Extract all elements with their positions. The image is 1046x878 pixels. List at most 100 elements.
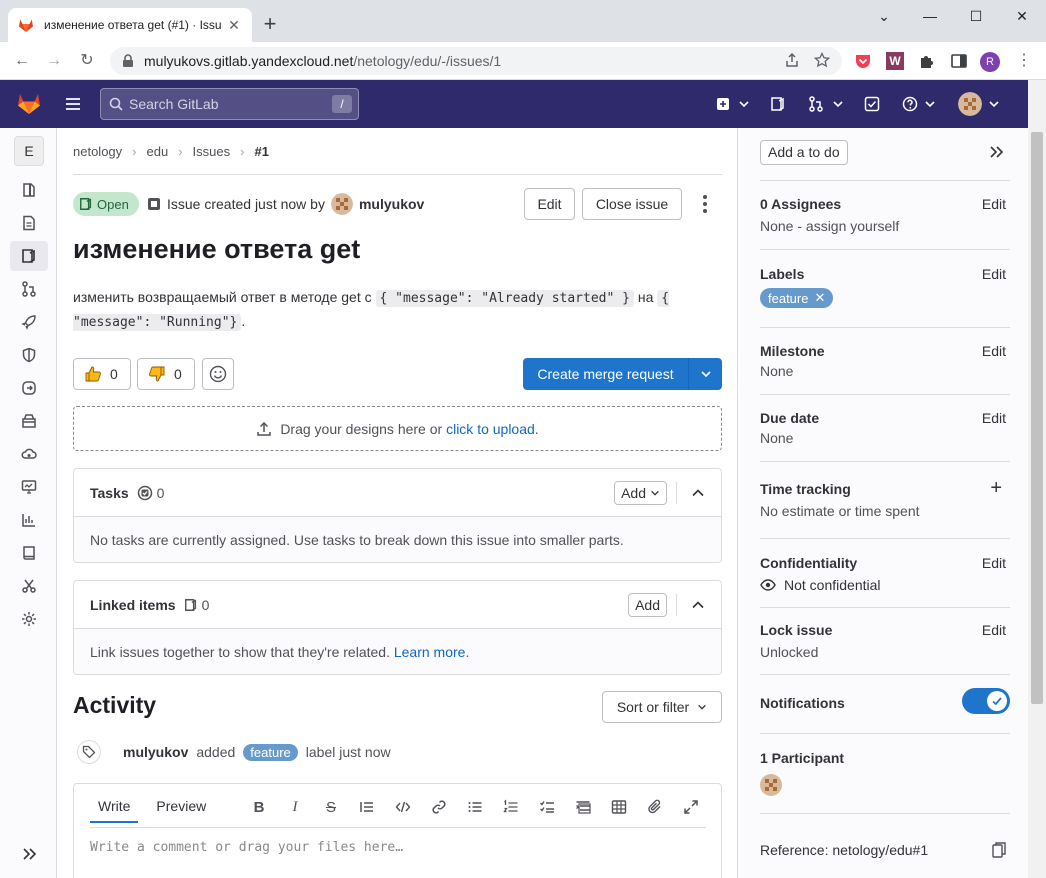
remove-label-icon[interactable]: ✕ (814, 290, 825, 306)
assignees-value[interactable]: None - assign yourself (760, 218, 1010, 234)
quote-icon[interactable] (358, 798, 376, 816)
extensions-puzzle-icon[interactable] (918, 52, 936, 70)
tab-preview[interactable]: Preview (156, 798, 206, 823)
sidebar-item-wiki[interactable] (18, 542, 40, 564)
sidebar-item-project-information[interactable] (18, 179, 40, 201)
sidebar-item-snippets[interactable] (18, 575, 40, 597)
merge-requests-header-button[interactable] (808, 94, 844, 114)
create-merge-request-button[interactable]: Create merge request (523, 358, 722, 390)
new-tab-icon[interactable]: + (260, 13, 280, 35)
bold-icon[interactable]: B (250, 798, 268, 816)
scrollbar-thumb[interactable] (1031, 132, 1043, 704)
page-scrollbar[interactable] (1028, 80, 1046, 878)
add-task-button[interactable]: Add (614, 481, 667, 505)
breadcrumb-item[interactable]: Issues (193, 144, 231, 159)
help-header-button[interactable] (902, 94, 936, 114)
create-merge-request-label[interactable]: Create merge request (523, 358, 689, 390)
minimize-icon[interactable]: — (918, 6, 942, 26)
expand-sidebar-icon[interactable] (20, 846, 38, 862)
chevron-up-icon[interactable] (691, 598, 705, 612)
back-icon[interactable]: ← (12, 51, 32, 71)
todo-header-button[interactable] (864, 94, 880, 114)
note-label-pill[interactable]: feature (243, 743, 298, 761)
upload-link[interactable]: click to upload (446, 421, 535, 437)
issues-header-button[interactable] (770, 94, 786, 114)
sidebar-item-merge-requests[interactable] (18, 278, 40, 300)
participant-avatar[interactable] (760, 774, 782, 796)
bookmark-star-icon[interactable] (814, 52, 830, 68)
breadcrumb-current[interactable]: #1 (254, 144, 268, 159)
edit-button[interactable]: Edit (524, 188, 575, 220)
thumbs-down-button[interactable]: 0 (137, 358, 195, 390)
assignees-edit-link[interactable]: Edit (982, 196, 1006, 212)
learn-more-link[interactable]: Learn more. (394, 644, 469, 660)
profile-avatar[interactable]: R (980, 52, 1000, 72)
sidebar-item-issues[interactable] (10, 241, 48, 271)
design-dropzone[interactable]: Drag your designs here or click to uploa… (73, 406, 722, 451)
tab-search-icon[interactable]: ⌄ (872, 6, 896, 26)
lock-issue-edit-link[interactable]: Edit (982, 622, 1006, 638)
more-actions-icon[interactable] (698, 192, 712, 216)
link-icon[interactable] (430, 798, 448, 816)
maximize-icon[interactable]: ☐ (964, 6, 988, 26)
sidebar-item-security[interactable] (18, 344, 40, 366)
add-reaction-button[interactable] (202, 358, 234, 390)
close-issue-button[interactable]: Close issue (582, 188, 682, 220)
italic-icon[interactable]: I (286, 798, 304, 816)
add-todo-button[interactable]: Add a to do (760, 140, 848, 165)
add-time-plus-icon[interactable]: + (990, 477, 1002, 500)
pocket-icon[interactable] (854, 52, 872, 70)
menu-hamburger-icon[interactable] (64, 95, 82, 113)
label-pill[interactable]: feature ✕ (760, 288, 834, 308)
window-close-icon[interactable]: ✕ (1010, 6, 1034, 26)
add-linked-item-button[interactable]: Add (628, 593, 667, 617)
collapsible-icon[interactable] (574, 798, 592, 816)
note-author[interactable]: mulyukov (123, 744, 188, 760)
bullet-list-icon[interactable] (466, 798, 484, 816)
chevron-down-icon[interactable] (988, 98, 1000, 110)
comment-textarea[interactable]: Write a comment or drag your files here… (90, 840, 403, 855)
user-avatar[interactable] (958, 92, 982, 116)
labels-edit-link[interactable]: Edit (982, 266, 1006, 282)
extension-w-icon[interactable]: W (886, 52, 904, 70)
notifications-toggle[interactable] (962, 688, 1010, 714)
tab-close-icon[interactable]: ✕ (226, 17, 242, 33)
code-icon[interactable] (394, 798, 412, 816)
sidebar-item-monitor[interactable] (18, 476, 40, 498)
strikethrough-icon[interactable]: S (322, 798, 340, 816)
browser-menu-icon[interactable]: ⋮ (1014, 51, 1034, 71)
sidebar-item-deployments[interactable] (18, 377, 40, 399)
reload-icon[interactable]: ↻ (77, 51, 97, 71)
sort-filter-dropdown[interactable]: Sort or filter (602, 691, 722, 723)
table-icon[interactable] (610, 798, 628, 816)
sidebar-item-settings[interactable] (18, 608, 40, 630)
chevron-up-icon[interactable] (691, 486, 705, 500)
project-avatar[interactable]: E (14, 136, 44, 166)
due-date-edit-link[interactable]: Edit (982, 410, 1006, 426)
attach-file-icon[interactable] (646, 798, 664, 816)
confidentiality-edit-link[interactable]: Edit (982, 555, 1006, 571)
copy-icon[interactable] (992, 842, 1006, 858)
task-list-icon[interactable] (538, 798, 556, 816)
sidebar-item-infrastructure[interactable] (18, 443, 40, 465)
sidebar-item-ci-cd[interactable] (18, 311, 40, 333)
url-field[interactable]: mulyukovs.gitlab.yandexcloud.net/netolog… (110, 47, 842, 75)
thumbs-up-button[interactable]: 0 (73, 358, 131, 390)
author-avatar[interactable] (330, 193, 353, 215)
author-name[interactable]: mulyukov (359, 196, 424, 212)
sidebar-item-packages[interactable] (18, 410, 40, 432)
breadcrumb-item[interactable]: edu (147, 144, 169, 159)
forward-icon[interactable]: → (44, 51, 64, 71)
collapse-sidebar-icon[interactable] (988, 144, 1006, 160)
milestone-edit-link[interactable]: Edit (982, 343, 1006, 359)
search-input[interactable]: Search GitLab / (100, 88, 359, 120)
breadcrumb-item[interactable]: netology (73, 144, 122, 159)
tab-write[interactable]: Write (90, 798, 139, 823)
numbered-list-icon[interactable] (502, 798, 520, 816)
fullscreen-icon[interactable] (682, 798, 700, 816)
create-merge-request-dropdown[interactable] (689, 358, 722, 390)
side-panel-icon[interactable] (950, 52, 968, 70)
sidebar-item-analytics[interactable] (18, 509, 40, 531)
share-icon[interactable] (784, 52, 800, 68)
create-new-button[interactable] (716, 94, 750, 114)
